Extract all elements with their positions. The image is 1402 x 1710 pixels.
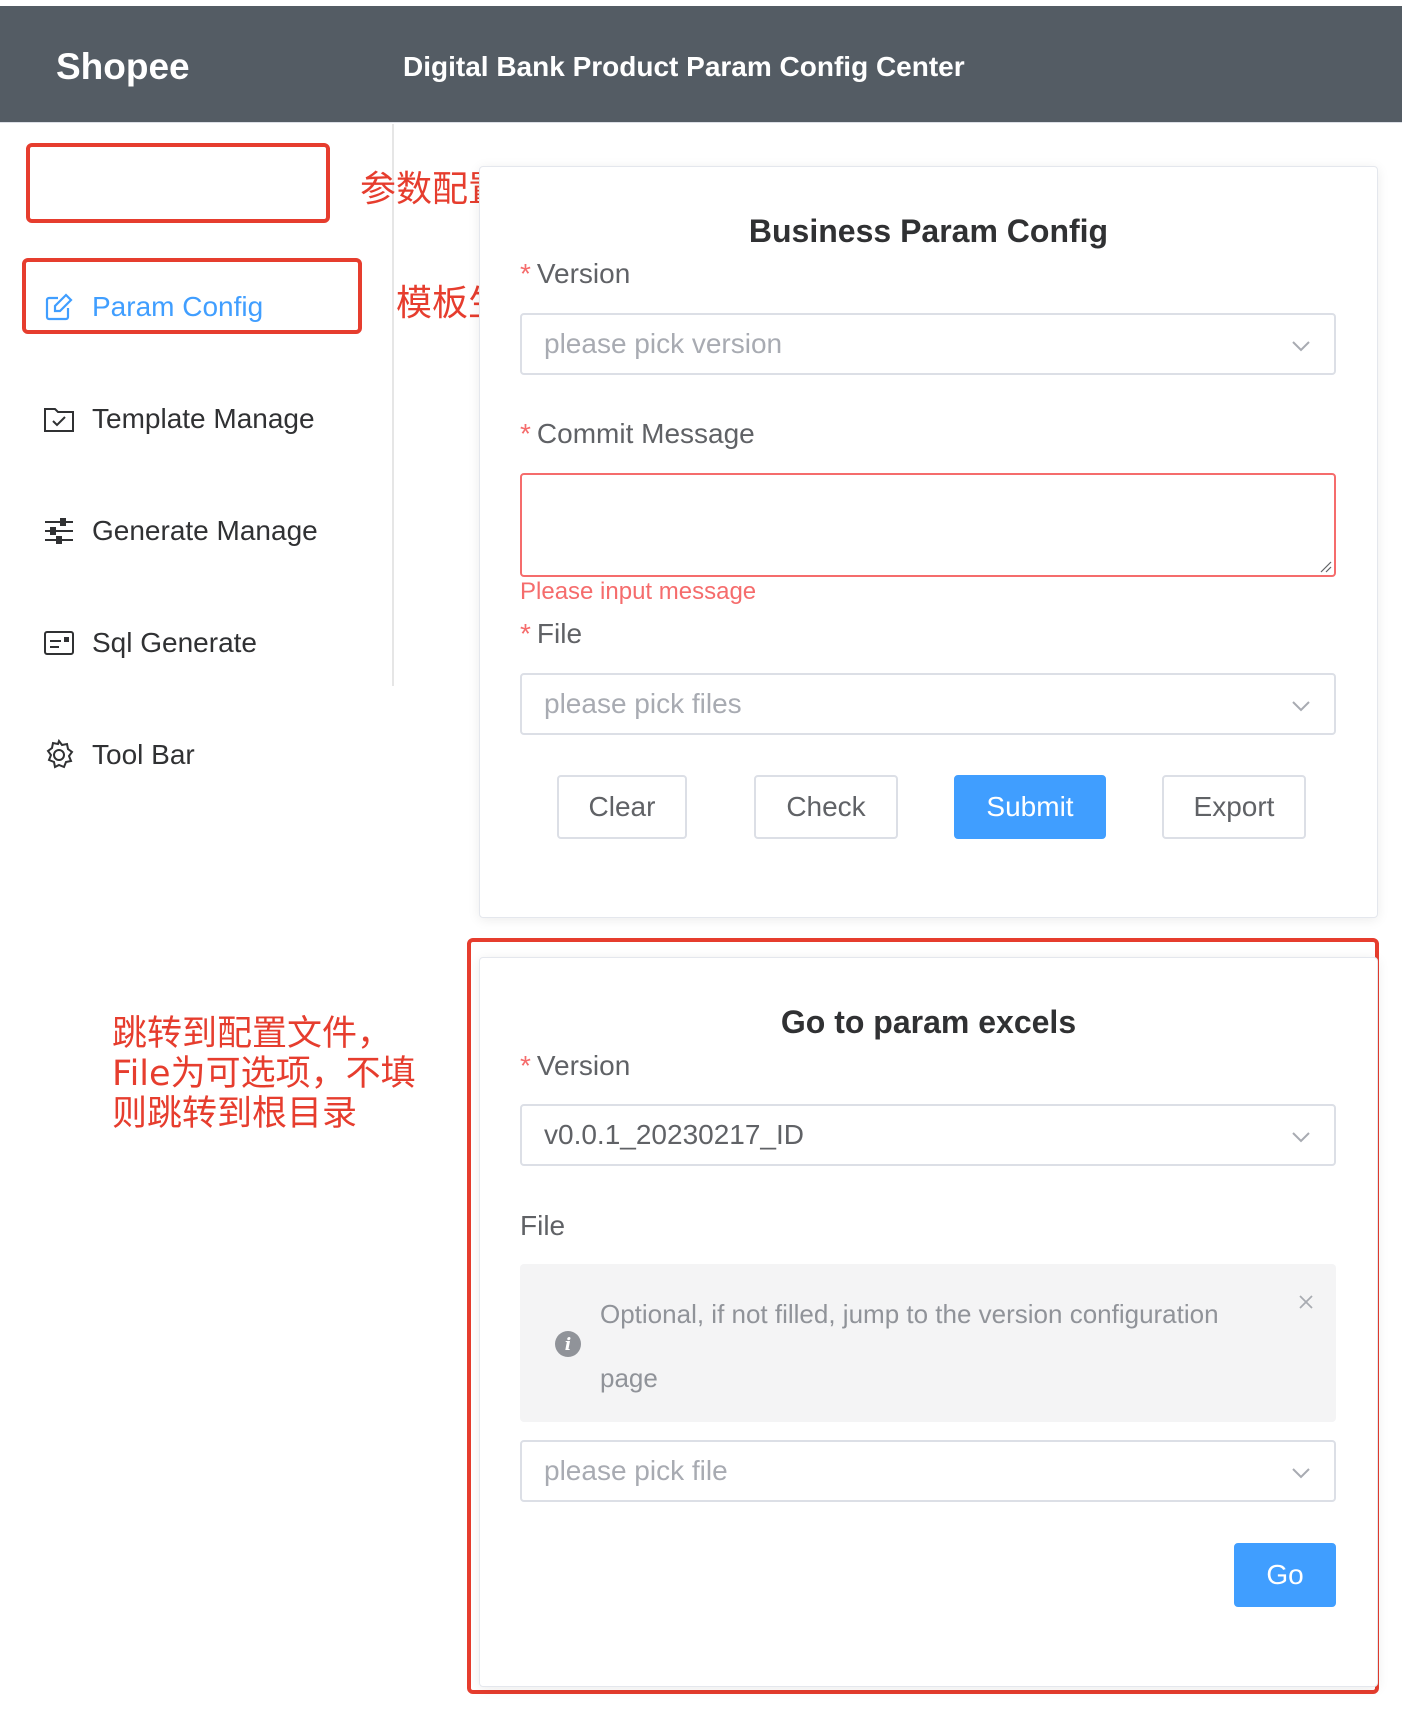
label-text: File xyxy=(536,618,583,649)
brand-logo-text[interactable]: Shopee xyxy=(56,46,190,88)
required-mark: * xyxy=(520,1050,531,1081)
folder-check-icon xyxy=(42,402,76,436)
files-select[interactable]: please pick files xyxy=(520,673,1336,735)
version-select-placeholder: please pick version xyxy=(544,328,783,359)
export-button[interactable]: Export xyxy=(1162,775,1306,839)
card-title: Business Param Config xyxy=(748,213,1109,249)
sidebar-item-template-manage[interactable]: Template Manage xyxy=(42,394,315,444)
close-icon[interactable] xyxy=(1298,1294,1314,1310)
sidebar-item-label: Sql Generate xyxy=(92,627,257,658)
gear-icon xyxy=(42,738,76,772)
sliders-icon xyxy=(42,514,76,548)
annotation-box-template-manage xyxy=(22,258,362,334)
app-title: Digital Bank Product Param Config Center xyxy=(403,51,965,82)
resize-handle-icon[interactable] xyxy=(1318,559,1332,573)
required-mark: * xyxy=(520,258,531,289)
commit-message-label: * Commit Message xyxy=(520,418,755,450)
file-info-alert: i Optional, if not filled, jump to the v… xyxy=(520,1264,1336,1422)
clear-button[interactable]: Clear xyxy=(557,775,687,839)
goto-version-select[interactable]: v0.0.1_20230217_ID xyxy=(520,1104,1336,1166)
svg-text:i: i xyxy=(565,1335,571,1355)
annotation-jump-note-line: File为可选项，不填 xyxy=(112,1054,416,1094)
check-button[interactable]: Check xyxy=(754,775,898,839)
alert-text: Optional, if not filled, jump to the ver… xyxy=(600,1299,1219,1393)
chevron-down-icon xyxy=(1292,341,1310,352)
required-mark: * xyxy=(520,418,531,449)
required-mark: * xyxy=(520,618,531,649)
label-text: File xyxy=(520,1210,566,1241)
file-label: * File xyxy=(520,618,582,650)
sidebar-item-tool-bar[interactable]: Tool Bar xyxy=(42,730,195,780)
info-icon: i xyxy=(555,1331,581,1357)
sidebar-item-label: Tool Bar xyxy=(92,739,195,770)
chevron-down-icon xyxy=(1292,701,1310,712)
goto-file-label: File xyxy=(520,1210,565,1242)
chevron-down-icon xyxy=(1292,1132,1310,1143)
goto-version-label: * Version xyxy=(520,1050,630,1082)
version-label: * Version xyxy=(520,258,630,290)
goto-version-value: v0.0.1_20230217_ID xyxy=(544,1119,804,1150)
annotation-jump-note-line: 则跳转到根目录 xyxy=(112,1094,358,1134)
label-text: Version xyxy=(536,1050,631,1081)
sidebar-item-label: Template Manage xyxy=(92,403,315,434)
go-button[interactable]: Go xyxy=(1234,1543,1336,1607)
chevron-down-icon xyxy=(1292,1468,1310,1479)
version-select[interactable]: please pick version xyxy=(520,313,1336,375)
sidebar-item-generate-manage[interactable]: Generate Manage xyxy=(42,506,318,556)
annotation-jump-note: 跳转到配置文件， File为可选项，不填 则跳转到根目录 xyxy=(112,1014,416,1134)
document-icon xyxy=(42,626,76,660)
submit-button[interactable]: Submit xyxy=(954,775,1106,839)
goto-file-select[interactable]: please pick file xyxy=(520,1440,1336,1502)
commit-message-error: Please input message xyxy=(520,578,757,605)
label-text: Commit Message xyxy=(536,418,755,449)
goto-file-placeholder: please pick file xyxy=(544,1455,728,1486)
sidebar-item-sql-generate[interactable]: Sql Generate xyxy=(42,618,257,668)
label-text: Version xyxy=(536,258,631,289)
files-select-placeholder: please pick files xyxy=(544,688,742,719)
annotation-jump-note-line: 跳转到配置文件， xyxy=(112,1014,393,1054)
top-header: Shopee Digital Bank Product Param Config… xyxy=(0,6,1402,123)
commit-message-textarea[interactable] xyxy=(520,473,1336,577)
annotation-box-param-config xyxy=(26,143,330,223)
card-title: Go to param excels xyxy=(780,1004,1077,1040)
sidebar-item-label: Generate Manage xyxy=(92,515,318,546)
